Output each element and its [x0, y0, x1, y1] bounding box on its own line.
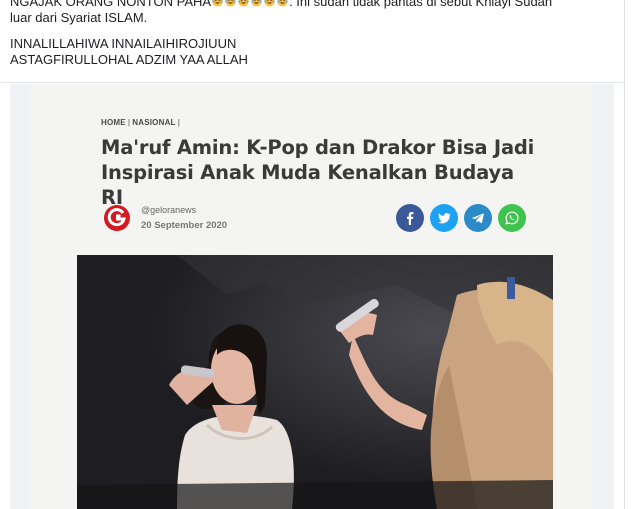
- share-twitter-button[interactable]: [430, 204, 458, 232]
- post-media-image[interactable]: HOME | NASIONAL | Ma'ruf Amin: K-Pop dan Dr…: [10, 84, 614, 509]
- concert-performers-image: [77, 255, 553, 509]
- breadcrumb: HOME | NASIONAL |: [101, 118, 182, 127]
- caption-line-1-end: . Ini sudah tidak pantas di sebut Khiayi…: [289, 0, 553, 9]
- caption-line-4: ASTAGFIRULLOHAL ADZIM YAA ALLAH: [10, 52, 248, 67]
- video-thumbnail[interactable]: [77, 255, 553, 509]
- breadcrumb-home: HOME: [101, 118, 126, 127]
- breadcrumb-section: NASIONAL: [132, 118, 176, 127]
- post-caption: NGAJAK ORANG NONTON PAHA . Ini sudah tida…: [10, 0, 610, 68]
- caption-line-2: luar dari Syariat ISLAM.: [10, 10, 148, 25]
- headline-line-1: Ma'ruf Amin: K-Pop dan Drakor Bisa Jadi: [101, 136, 535, 159]
- gelora-logo-icon: [104, 205, 130, 231]
- headline-line-2: Inspirasi Anak Muda Kenalkan Budaya RI: [101, 161, 514, 209]
- caption-line-3: INNALILLAHIWA INNAILAIHIROJIUUN: [10, 36, 237, 51]
- laughing-crying-emoji-icon: [264, 0, 275, 7]
- article-author: @geloranews: [141, 205, 197, 215]
- laughing-crying-emoji-icon: [251, 0, 262, 7]
- article-date: 20 September 2020: [141, 220, 228, 231]
- share-whatsapp-button[interactable]: [498, 204, 526, 232]
- article-headline: Ma'ruf Amin: K-Pop dan Drakor Bisa Jadi …: [101, 135, 541, 210]
- laughing-crying-emoji-icon: [212, 0, 223, 7]
- laughing-crying-emoji-icon: [277, 0, 288, 7]
- caption-line-1-start: NGAJAK ORANG NONTON PAHA: [10, 0, 212, 9]
- caption-divider: [0, 82, 624, 83]
- laughing-crying-emoji-icon: [238, 0, 249, 7]
- facebook-post-card: NGAJAK ORANG NONTON PAHA . Ini sudah tida…: [0, 0, 625, 509]
- facebook-icon: [407, 212, 414, 225]
- share-facebook-button[interactable]: [396, 204, 424, 232]
- telegram-icon: [472, 213, 484, 224]
- breadcrumb-separator: |: [127, 118, 131, 127]
- laughing-crying-emoji-icon: [225, 0, 236, 7]
- twitter-icon: [438, 213, 451, 224]
- breadcrumb-separator: |: [177, 118, 181, 127]
- share-telegram-button[interactable]: [464, 204, 492, 232]
- whatsapp-icon: [505, 211, 519, 225]
- laughing-emoji-group: [211, 0, 289, 9]
